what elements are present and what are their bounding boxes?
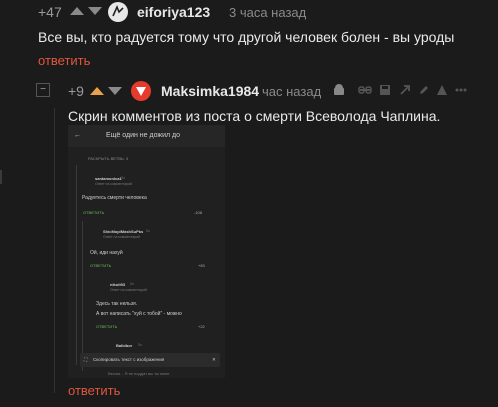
image-c2-author: ShicMoplMashSuPks bbox=[103, 229, 144, 234]
comment1-author[interactable]: eiforiya123 bbox=[137, 4, 210, 20]
comment2-author[interactable]: Maksimka1984 bbox=[161, 83, 259, 99]
image-c3-sub: Ответ на комментарий bbox=[110, 288, 147, 292]
image-thread-line bbox=[82, 221, 83, 371]
comment1-score: +47 bbox=[38, 4, 62, 20]
image-scan-icon: ⛶ bbox=[84, 357, 88, 362]
image-c2-age: 3ч bbox=[146, 229, 150, 233]
image-c2-sub: Ответ на комментарий bbox=[103, 235, 140, 239]
image-c1-age: 3ч bbox=[121, 176, 125, 180]
thread-line[interactable] bbox=[54, 108, 55, 393]
image-c3-author: nikolt93 bbox=[110, 282, 126, 287]
image-thread-line bbox=[76, 165, 77, 365]
upvote-icon[interactable] bbox=[70, 7, 84, 15]
upvote-icon[interactable] bbox=[90, 87, 104, 95]
save-icon[interactable] bbox=[379, 84, 391, 96]
image-c3-text-line1: Здесь так нельзя. bbox=[96, 301, 138, 307]
image-c1-score: -108 bbox=[194, 210, 203, 215]
image-c1-reply: ОТВЕТИТЬ bbox=[83, 210, 105, 215]
comment2-time[interactable]: час назад bbox=[262, 84, 321, 99]
back-arrow-icon: ← bbox=[74, 132, 81, 139]
copy-text-toast-label[interactable]: Скопировать текст с изображения bbox=[93, 357, 164, 362]
image-expand-label: РАСКРЫТЬ ВЕТВЬ: 3 bbox=[88, 156, 129, 161]
image-post-title: Ещё один не дожил до bbox=[106, 132, 181, 139]
comment2-score: +9 bbox=[68, 83, 84, 99]
image-c1-sub: Ответ на комментарий bbox=[95, 182, 132, 186]
comment2-reply-link[interactable]: ответить bbox=[68, 383, 120, 398]
more-icon[interactable] bbox=[455, 84, 467, 96]
image-c3-text-line2: А вот написать "хуй с тобой" - можно bbox=[96, 311, 182, 317]
image-bottom-text: Весом. - Я не поддат вы ты мене bbox=[108, 371, 170, 376]
image-c4-author: Balbibor bbox=[116, 343, 133, 348]
image-c3-reply: ОТВЕТИТЬ bbox=[96, 324, 118, 329]
image-c4-age: 3ч bbox=[138, 343, 142, 347]
avatar[interactable] bbox=[131, 81, 151, 101]
comment2-text: Скрин комментов из поста о смерти Всевол… bbox=[68, 108, 441, 124]
image-c2-text: Ой, иди нахуй bbox=[90, 250, 123, 256]
image-c3-score: +22 bbox=[198, 324, 205, 329]
report-icon[interactable] bbox=[436, 84, 448, 96]
android-icon bbox=[334, 84, 344, 95]
downvote-icon[interactable] bbox=[88, 7, 102, 15]
toast-close-icon[interactable]: ✕ bbox=[212, 357, 216, 363]
downvote-icon[interactable] bbox=[108, 87, 122, 95]
share-icon[interactable] bbox=[399, 84, 411, 96]
avatar-icon bbox=[112, 4, 124, 17]
image-c3-age: 3ч bbox=[130, 282, 134, 286]
collapse-button[interactable]: − bbox=[36, 83, 50, 97]
link-icon[interactable] bbox=[358, 84, 372, 96]
comment1-reply-link[interactable]: ответить bbox=[38, 53, 90, 68]
image-c1-text: Радуетесь смерти человека bbox=[82, 195, 147, 201]
copy-text-toast[interactable]: ⛶ Скопировать текст с изображения ✕ bbox=[80, 353, 220, 367]
edit-icon[interactable] bbox=[418, 84, 430, 96]
avatar-icon bbox=[136, 87, 146, 96]
comment1-time[interactable]: 3 часа назад bbox=[229, 5, 306, 20]
avatar[interactable] bbox=[108, 2, 128, 22]
image-c2-reply: ОТВЕТИТЬ bbox=[90, 263, 112, 268]
comment1-text: Все вы, кто радуется тому что другой чел… bbox=[38, 29, 455, 45]
comment-attached-image[interactable]: ← Ещё один не дожил до РАСКРЫТЬ ВЕТВЬ: 3… bbox=[68, 125, 225, 378]
side-marker bbox=[0, 170, 2, 184]
image-c1-author: santamonica1 bbox=[95, 176, 122, 181]
image-c2-score: +83 bbox=[198, 263, 205, 268]
